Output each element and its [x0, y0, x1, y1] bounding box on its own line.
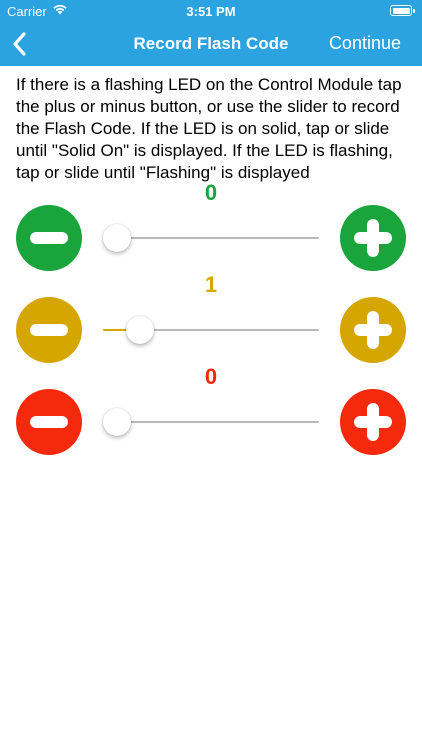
flash-count-slider[interactable] [103, 222, 319, 254]
slider-thumb[interactable] [103, 408, 131, 436]
increment-button[interactable] [340, 205, 406, 271]
flash-count-slider[interactable] [103, 314, 319, 346]
flash-count-value: 1 [204, 272, 218, 297]
minus-icon [30, 416, 68, 428]
minus-icon [30, 232, 68, 244]
instructions-text: If there is a flashing LED on the Contro… [16, 75, 402, 182]
plus-icon [354, 403, 392, 441]
decrement-button[interactable] [16, 389, 82, 455]
plus-icon [354, 311, 392, 349]
increment-button[interactable] [340, 389, 406, 455]
flash-count-value: 0 [204, 364, 218, 389]
flash-count-slider[interactable] [103, 406, 319, 438]
battery-icon [390, 5, 415, 16]
minus-icon [30, 324, 68, 336]
decrement-button[interactable] [16, 297, 82, 363]
slider-track [103, 237, 319, 239]
navigation-bar: Record Flash Code Continue [0, 22, 422, 66]
continue-button[interactable]: Continue [329, 33, 401, 54]
status-time: 3:51 PM [186, 4, 236, 19]
plus-icon [354, 219, 392, 257]
slider-thumb[interactable] [125, 316, 154, 344]
status-bar: Carrier 3:51 PM [0, 0, 422, 22]
slider-track [103, 421, 319, 423]
increment-button[interactable] [340, 297, 406, 363]
decrement-button[interactable] [16, 205, 82, 271]
flash-count-value: 0 [204, 180, 218, 205]
slider-thumb[interactable] [103, 224, 131, 252]
